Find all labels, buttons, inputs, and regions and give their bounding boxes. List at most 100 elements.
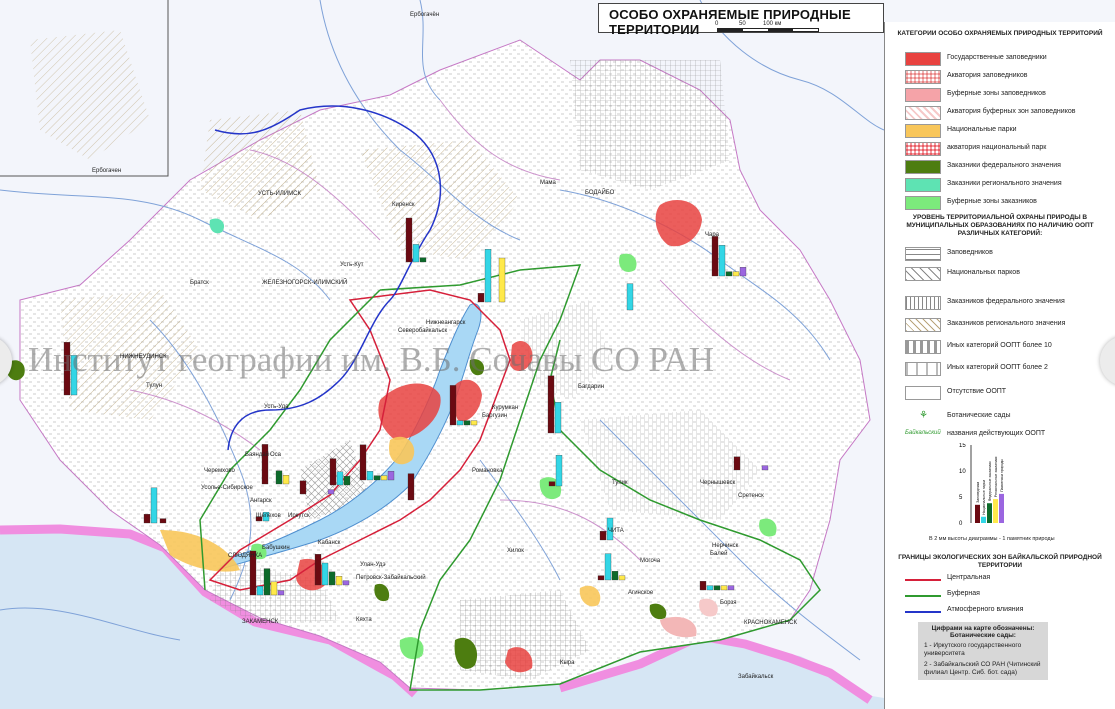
- place-label: Петровск-Забайкальский: [356, 575, 426, 581]
- legend-category-label: акватория национальный парк: [947, 144, 1047, 151]
- district-bar: [718, 245, 726, 277]
- mini-chart-bar-label: Заповедники: [976, 482, 980, 503]
- place-label: НИЖНЕУДИНСК: [120, 354, 167, 360]
- mini-chart-tick: 0: [959, 521, 963, 525]
- place-label: Улан-Удэ: [360, 562, 386, 568]
- legend-category-swatch: [905, 106, 941, 120]
- district-bar: [599, 531, 607, 541]
- district-bar: [477, 293, 485, 303]
- mini-chart-tick: 15: [959, 443, 966, 449]
- legend-category-row: Национальные парки: [905, 122, 1111, 140]
- legend-category-row: Буферные зоны заповедников: [905, 86, 1111, 104]
- district-bar: [732, 271, 740, 277]
- place-label: Кабанск: [318, 540, 341, 546]
- district-bar: [270, 581, 278, 596]
- district-bar: [321, 562, 329, 586]
- legend-level-row: Заповедников: [905, 245, 1111, 263]
- district-bar: [618, 575, 626, 581]
- district-bar: [706, 585, 714, 591]
- place-label: БОДАЙБО: [585, 190, 615, 196]
- legend-mini-chart: 0 5 10 15 Заповедники Национальные парки Федер…: [959, 443, 1004, 525]
- note-item-2: 2 - Забайкальский СО РАН (Читинский фили…: [924, 661, 1041, 676]
- legend-level-swatch: [905, 386, 941, 400]
- legend-level-swatch: [905, 247, 941, 261]
- legend-level-row: Иных категорий ООПТ более 2: [905, 360, 1111, 378]
- legend-levels-header: УРОВЕНЬ ТЕРРИТОРИАЛЬНОЙ ОХРАНЫ ПРИРОДЫ В…: [906, 214, 1094, 237]
- legend-category-swatch: [905, 142, 941, 156]
- legend-botanic-row: ⚘ Ботанические сады: [905, 408, 1111, 426]
- district-bar: [597, 575, 605, 581]
- district-bar: [277, 590, 285, 596]
- scale-tick-0: 0: [715, 21, 719, 27]
- place-label: Баяндай: [245, 452, 270, 458]
- mini-chart-bar-label: Региональные заказники: [994, 457, 998, 498]
- district-bar: [343, 476, 351, 486]
- legend-zone-line: [905, 579, 941, 581]
- legend-zone-label: Атмосферного влияния: [947, 606, 1024, 613]
- legend-zone-line: [905, 611, 941, 613]
- legend-level-label: Заказников регионального значения: [947, 320, 1066, 327]
- place-label: Агинское: [628, 590, 654, 596]
- legend-names-row: Байкальский названия действующих ООПТ: [905, 426, 1111, 444]
- district-bar: [282, 475, 290, 485]
- legend-category-label: Заказники федерального значения: [947, 162, 1061, 169]
- place-label: Мама: [540, 180, 556, 186]
- note-box: Цифрами на карте обозначены: Ботанически…: [918, 622, 1048, 680]
- legend-zone-row: Атмосферного влияния: [905, 602, 1111, 620]
- district-bar: [405, 217, 413, 263]
- place-label: Оса: [270, 452, 282, 458]
- legend-category-swatch: [905, 88, 941, 102]
- district-bar: [419, 257, 427, 263]
- district-bar: [699, 581, 707, 591]
- place-label: СЛЮДЯНКА: [228, 553, 263, 559]
- legend-categories-header: КАТЕГОРИИ ОСОБО ОХРАНЯЕМЫХ ПРИРОДНЫХ ТЕР…: [897, 30, 1103, 37]
- legend-level-swatch: [905, 362, 941, 376]
- district-bar: [713, 585, 721, 591]
- legend-zone-label: Буферная: [947, 590, 980, 597]
- map-title-box: ОСОБО ОХРАНЯЕМЫЕ ПРИРОДНЫЕ ТЕРРИТОРИИ 0 …: [598, 3, 884, 37]
- district-bar: [733, 456, 741, 471]
- place-label: КРАСНОКАМЕНСК: [744, 620, 797, 626]
- district-bar: [387, 471, 395, 481]
- legend-category-swatch: [905, 160, 941, 174]
- mini-chart-bar: [999, 493, 1004, 523]
- district-bar: [342, 580, 350, 586]
- district-bar: [327, 489, 335, 495]
- place-label: Романовка: [472, 468, 503, 474]
- district-bar: [150, 487, 158, 524]
- district-bar: [554, 402, 562, 434]
- place-label: Чернышевск: [700, 480, 736, 486]
- place-label: Тупик: [612, 480, 628, 486]
- district-bar: [739, 267, 747, 277]
- district-bar: [335, 576, 343, 586]
- legend-zone-label: Центральная: [947, 574, 991, 581]
- place-label: Балей: [710, 551, 728, 557]
- legend-category-row: акватория национальный парк: [905, 140, 1111, 158]
- legend-level-label: Иных категорий ООПТ более 2: [947, 364, 1048, 371]
- place-label: Усолье-Сибирское: [201, 485, 253, 491]
- place-label: Багдарин: [578, 384, 605, 390]
- district-bar: [711, 236, 719, 277]
- legend-level-label: Национальных парков: [947, 269, 1020, 276]
- legend-category-swatch: [905, 196, 941, 210]
- district-bar: [261, 444, 269, 485]
- legend-category-label: Национальные парки: [947, 126, 1017, 133]
- note-title: Цифрами на карте обозначены: Ботанически…: [931, 625, 1035, 639]
- scale-tick-2: 100 км: [763, 21, 782, 27]
- place-label: Усть-Уда: [264, 404, 289, 410]
- legend-category-label: Заказники регионального значения: [947, 180, 1062, 187]
- district-bar: [263, 568, 271, 596]
- legend-zones-header: ГРАНИЦЫ ЭКОЛОГИЧЕСКИХ ЗОН БАЙКАЛЬСКОЙ ПР…: [898, 554, 1102, 569]
- legend-category-label: Акватория заповедников: [947, 72, 1028, 79]
- names-sample: Байкальский: [905, 430, 941, 436]
- district-bar: [449, 385, 457, 426]
- district-bar: [470, 420, 478, 426]
- district-bar: [626, 283, 634, 311]
- district-bar: [727, 585, 735, 591]
- legend-level-label: Заказников федерального значения: [947, 298, 1065, 305]
- legend-level-label: Заповедников: [947, 249, 993, 256]
- names-label: названия действующих ООПТ: [947, 430, 1046, 437]
- district-bar: [359, 444, 367, 481]
- mini-chart-note: В 2 мм высоты диаграммы - 1 памятник при…: [929, 536, 1055, 542]
- place-label: Ангарск: [250, 498, 272, 504]
